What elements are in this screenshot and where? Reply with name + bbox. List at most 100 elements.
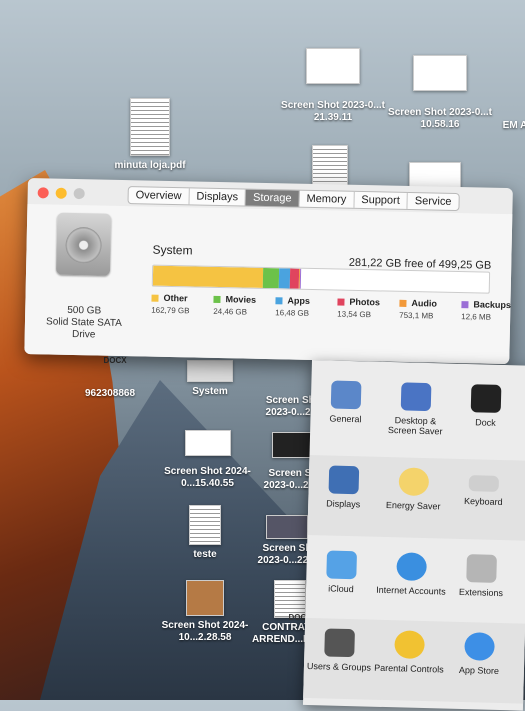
- legend-label: Backups: [473, 299, 512, 311]
- storage-segment-movies[interactable]: [262, 267, 280, 289]
- legend-item-apps: Apps 16,48 GB: [275, 295, 337, 318]
- close-button[interactable]: [37, 187, 49, 199]
- zoom-button[interactable]: [73, 187, 85, 200]
- prefs-row-3: iCloud Internet Accounts Extensions: [306, 540, 525, 599]
- lightbulb-icon: [398, 467, 430, 497]
- pref-energy-saver[interactable]: Energy Saver: [377, 457, 449, 539]
- dock-icon: [470, 384, 502, 413]
- legend-size: 12,6 MB: [461, 312, 492, 322]
- tab-overview[interactable]: Overview: [128, 187, 190, 205]
- pref-label: Internet Accounts: [376, 584, 446, 597]
- legend-label: Photos: [349, 296, 381, 308]
- legend-item-other: Other 162,79 GB: [151, 293, 213, 316]
- pref-displays[interactable]: Displays: [307, 455, 379, 537]
- legend-label: Other: [163, 292, 188, 304]
- legend-size: 16,48 GB: [275, 308, 310, 318]
- desktop-file-docx[interactable]: DOCX: [85, 355, 145, 367]
- image-file-icon: [272, 432, 314, 458]
- keyboard-icon: [468, 475, 500, 492]
- pref-desktop-screen-saver[interactable]: Desktop & Screen Saver: [380, 372, 452, 437]
- icloud-icon: [326, 550, 358, 580]
- tab-displays[interactable]: Displays: [189, 188, 247, 206]
- pref-label: iCloud: [328, 583, 354, 595]
- pref-label: General: [329, 413, 362, 425]
- desktop-file-screenshot-1[interactable]: Screen Shot 2023-0...t 21.39.11: [278, 48, 388, 124]
- desktop-file-label: System: [192, 386, 228, 397]
- tab-memory[interactable]: Memory: [299, 190, 355, 208]
- pref-label: Desktop & Screen Saver: [387, 415, 443, 437]
- prefs-row-4: Users & Groups Parental Controls App Sto…: [303, 617, 525, 704]
- tab-service[interactable]: Service: [408, 193, 459, 210]
- pref-label: Users & Groups: [306, 660, 372, 673]
- pref-general[interactable]: General: [310, 370, 382, 435]
- docx-badge: DOCX: [103, 356, 127, 365]
- about-this-mac-window: Overview Displays Storage Memory Support…: [24, 178, 513, 365]
- desktop-file-label: EM A: [502, 120, 525, 131]
- pref-label: Parental Controls: [374, 662, 444, 675]
- users-icon: [324, 628, 355, 658]
- image-file-icon: [413, 55, 467, 91]
- pref-extensions[interactable]: Extensions: [446, 544, 517, 599]
- tab-support[interactable]: Support: [354, 191, 408, 209]
- image-file-icon: [266, 515, 308, 539]
- image-file-icon: [187, 360, 233, 382]
- pref-label: Energy Saver: [385, 499, 441, 512]
- swatch-audio: [399, 299, 407, 307]
- pref-parental-controls[interactable]: Parental Controls: [373, 620, 445, 702]
- desktop-file-962308868[interactable]: 962308868: [70, 388, 150, 400]
- storage-segment-apps[interactable]: [278, 268, 291, 289]
- swatch-backups: [461, 300, 469, 308]
- image-file-icon: [306, 48, 360, 84]
- desktop-file-screenshot-4[interactable]: Screen Shot 2024-0...15.40.55: [160, 430, 255, 490]
- pref-icloud[interactable]: iCloud: [306, 540, 377, 595]
- storage-legend: Other 162,79 GB Movies 24,46 GB Apps 16,…: [151, 293, 523, 323]
- legend-item-backups: Backups 12,6 MB: [461, 299, 523, 322]
- pdf-file-icon: [130, 98, 170, 156]
- at-sign-icon: [396, 552, 427, 582]
- pref-keyboard[interactable]: Keyboard: [447, 459, 519, 541]
- storage-segment-backups[interactable]: [299, 268, 302, 289]
- desktop-file-label: Screen Shot 2023-0...t 21.39.11: [281, 100, 385, 123]
- minimize-button[interactable]: [55, 187, 67, 199]
- legend-label: Apps: [287, 295, 311, 306]
- legend-item-audio: Audio 753,1 MB: [399, 298, 461, 321]
- legend-size: 753,1 MB: [399, 310, 434, 321]
- desktop-file-screenshot-7[interactable]: Screen Shot 2024-10...2.28.58: [160, 580, 250, 644]
- image-file-icon: [186, 580, 224, 616]
- parental-controls-icon: [394, 630, 425, 660]
- storage-pane: 500 GB Solid State SATA Drive System 281…: [24, 203, 513, 365]
- pref-internet-accounts[interactable]: Internet Accounts: [376, 542, 447, 597]
- desktop-file-teste[interactable]: teste: [180, 505, 230, 561]
- pref-label: Keyboard: [463, 496, 503, 508]
- legend-item-photos: Photos 13,54 GB: [337, 297, 399, 320]
- document-file-icon: [189, 505, 221, 545]
- desktop-file-system[interactable]: System: [175, 360, 245, 398]
- displays-icon: [328, 465, 360, 495]
- desktop-file-label: Screen Shot 2023-0...t 10.58.16: [388, 107, 492, 130]
- pref-label: App Store: [458, 664, 500, 676]
- pref-dock[interactable]: Dock: [450, 374, 522, 439]
- desktop-file-screenshot-2[interactable]: Screen Shot 2023-0...t 10.58.16: [385, 55, 495, 131]
- desktop-file-em-a[interactable]: EM A: [495, 120, 525, 132]
- volume-name: System: [152, 242, 193, 258]
- system-preferences-window: General Desktop & Screen Saver Dock Disp…: [302, 360, 525, 711]
- puzzle-piece-icon: [466, 554, 497, 583]
- desktop-file-label: Screen Shot 2024-10...2.28.58: [161, 620, 249, 643]
- desktop-file-minuta-loja[interactable]: minuta loja.pdf: [100, 98, 200, 172]
- pref-app-store[interactable]: App Store: [443, 622, 515, 704]
- storage-segment-photos[interactable]: [289, 268, 300, 289]
- legend-label: Movies: [225, 294, 257, 305]
- tab-storage[interactable]: Storage: [245, 189, 300, 207]
- storage-segment-other[interactable]: [152, 265, 263, 288]
- pref-users-groups[interactable]: Users & Groups: [303, 618, 375, 700]
- pref-label: Dock: [475, 417, 496, 428]
- swatch-movies: [213, 295, 221, 303]
- pref-label: Displays: [326, 498, 361, 510]
- hard-drive-icon: [55, 212, 112, 276]
- legend-size: 13,54 GB: [337, 309, 372, 320]
- legend-size: 162,79 GB: [151, 305, 190, 316]
- drive-name: Solid State SATA: [45, 316, 122, 329]
- desktop-file-label: teste: [193, 549, 217, 560]
- drive-info: 500 GB Solid State SATA Drive: [39, 304, 130, 342]
- swatch-apps: [275, 296, 283, 304]
